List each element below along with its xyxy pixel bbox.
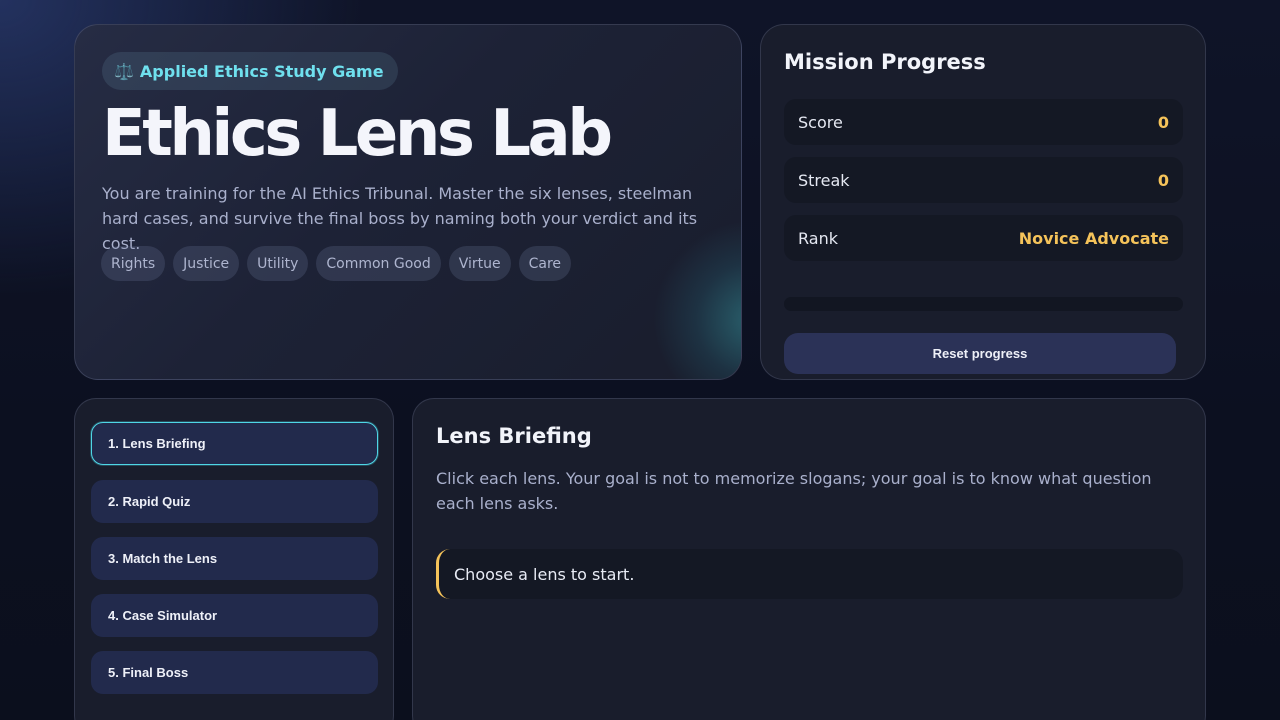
hero-card: ⚖️ Applied Ethics Study Game Ethics Lens… (74, 24, 742, 380)
lens-prompt-box: Choose a lens to start. (436, 549, 1183, 599)
lens-tag-care: Care (518, 246, 572, 281)
progress-title: Mission Progress (784, 50, 986, 74)
mission-progress-card: Mission Progress Score 0 Streak 0 Rank N… (760, 24, 1206, 380)
scales-icon: ⚖️ (114, 61, 134, 81)
lens-tag-common-good: Common Good (316, 246, 441, 281)
lens-tag-list: Rights Justice Utility Common Good Virtu… (101, 246, 572, 281)
nav-item-case-simulator[interactable]: 4. Case Simulator (91, 594, 378, 637)
score-value: 0 (1157, 112, 1169, 132)
stage-nav: 1. Lens Briefing 2. Rapid Quiz 3. Match … (74, 398, 394, 720)
lens-tag-utility: Utility (247, 246, 309, 281)
lens-tag-justice: Justice (173, 246, 240, 281)
rank-label: Rank (798, 228, 838, 248)
lens-tag-virtue: Virtue (448, 246, 511, 281)
panel-description: Click each lens. Your goal is not to mem… (436, 469, 1152, 513)
nav-item-final-boss[interactable]: 5. Final Boss (91, 651, 378, 694)
rank-value: Novice Advocate (1018, 228, 1169, 248)
game-badge: ⚖️ Applied Ethics Study Game (102, 52, 398, 90)
nav-item-rapid-quiz[interactable]: 2. Rapid Quiz (91, 480, 378, 523)
badge-label: Applied Ethics Study Game (139, 61, 384, 81)
panel-title: Lens Briefing (436, 424, 592, 448)
score-stat: Score 0 (784, 99, 1183, 145)
streak-stat: Streak 0 (784, 157, 1183, 203)
score-label: Score (798, 112, 843, 132)
streak-label: Streak (798, 170, 850, 190)
lens-tag-rights: Rights (101, 246, 166, 281)
hero-description: You are training for the AI Ethics Tribu… (102, 184, 698, 253)
page-title: Ethics Lens Lab (102, 97, 613, 171)
rank-stat: Rank Novice Advocate (784, 215, 1183, 261)
lens-briefing-panel: Lens Briefing Click each lens. Your goal… (412, 398, 1206, 720)
nav-item-lens-briefing[interactable]: 1. Lens Briefing (91, 422, 378, 465)
progress-bar (784, 297, 1183, 311)
streak-value: 0 (1157, 170, 1169, 190)
reset-progress-button[interactable]: Reset progress (784, 333, 1176, 374)
nav-item-match-the-lens[interactable]: 3. Match the Lens (91, 537, 378, 580)
